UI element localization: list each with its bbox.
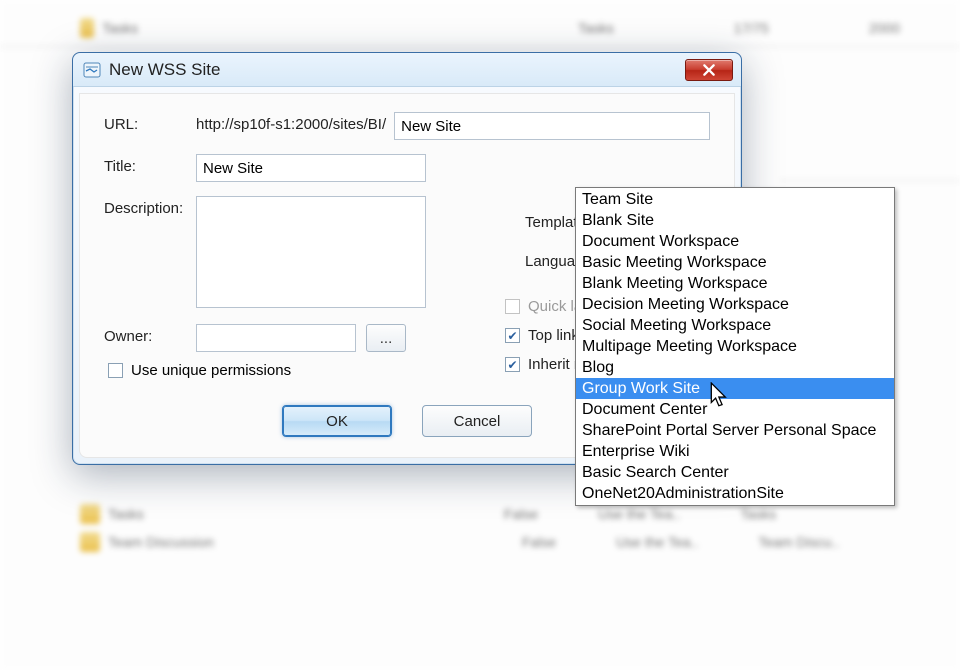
url-row: URL: http://sp10f-s1:2000/sites/BI/ [104,112,710,140]
template-option[interactable]: Multipage Meeting Workspace [576,336,894,357]
title-row: Title: [104,154,710,182]
cancel-button[interactable]: Cancel [422,405,532,437]
url-label: URL: [104,112,196,133]
owner-input[interactable] [196,324,356,352]
template-option[interactable]: Group Work Site [576,378,894,399]
description-label: Description: [104,196,196,217]
template-option[interactable]: Team Site [576,189,894,210]
title-input[interactable] [196,154,426,182]
template-option[interactable]: Basic Search Center [576,462,894,483]
title-label: Title: [104,154,196,175]
owner-browse-button[interactable]: ... [366,324,406,352]
app-icon [83,61,101,79]
close-button[interactable] [685,59,733,81]
ok-button[interactable]: OK [282,405,392,437]
quick-launch-checkbox[interactable] [505,299,520,314]
unique-permissions-label: Use unique permissions [131,362,291,379]
inherit-nav-checkbox[interactable]: ✔ [505,357,520,372]
owner-label: Owner: [104,324,196,345]
template-option[interactable]: OneNet20AdministrationSite [576,483,894,504]
dialog-title: New WSS Site [109,60,685,80]
template-option[interactable]: Social Meeting Workspace [576,315,894,336]
url-prefix: http://sp10f-s1:2000/sites/BI/ [196,112,386,133]
description-input[interactable] [196,196,426,308]
template-option[interactable]: Document Workspace [576,231,894,252]
template-option[interactable]: Basic Meeting Workspace [576,252,894,273]
template-option[interactable]: Decision Meeting Workspace [576,294,894,315]
unique-permissions-checkbox[interactable] [108,363,123,378]
template-option[interactable]: Enterprise Wiki [576,441,894,462]
template-option[interactable]: Blog [576,357,894,378]
template-dropdown-list[interactable]: Team SiteBlank SiteDocument WorkspaceBas… [575,187,895,506]
template-option[interactable]: SharePoint Portal Server Personal Space [576,420,894,441]
url-input[interactable] [394,112,710,140]
template-option[interactable]: Blank Meeting Workspace [576,273,894,294]
template-option[interactable]: Blank Site [576,210,894,231]
top-link-checkbox[interactable]: ✔ [505,328,520,343]
dialog-titlebar[interactable]: New WSS Site [73,53,741,87]
template-option[interactable]: Document Center [576,399,894,420]
top-link-label: Top link [528,327,579,344]
